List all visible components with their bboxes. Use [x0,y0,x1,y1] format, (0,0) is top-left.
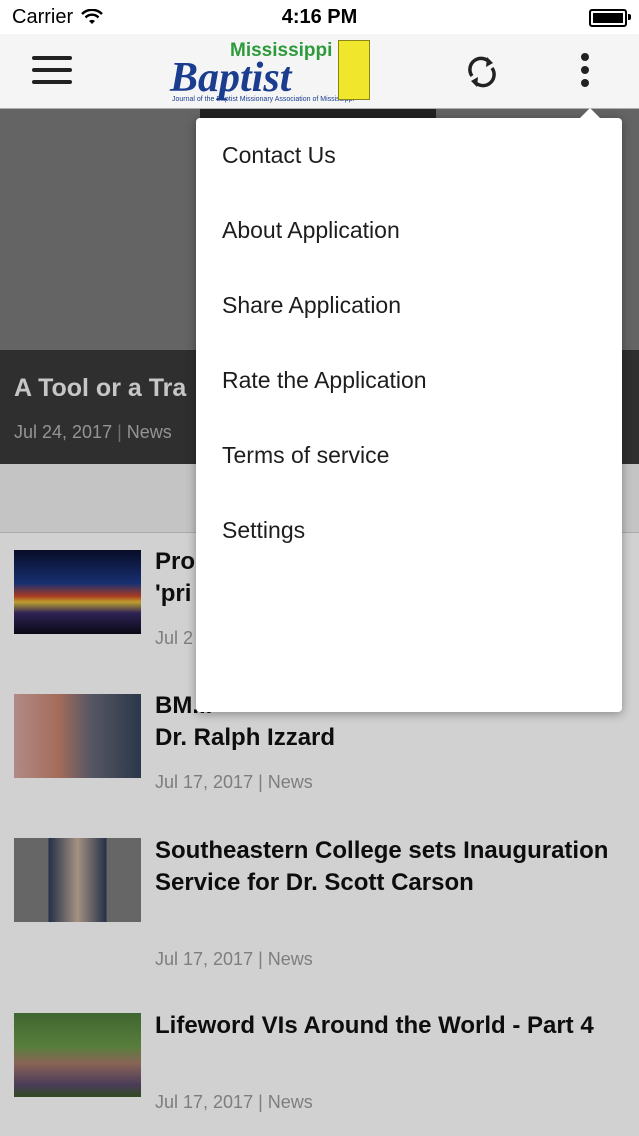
mississippi-state-icon [338,40,370,100]
status-bar: Carrier 4:16 PM [0,0,639,34]
logo-main-text: Baptist [170,55,292,101]
overflow-menu: Contact Us About Application Share Appli… [196,108,622,712]
menu-pointer [580,108,600,118]
logo-tagline: Journal of the Baptist Missionary Associ… [172,96,355,103]
more-options-icon[interactable] [578,50,592,90]
menu-item-contact-us[interactable]: Contact Us [222,142,336,169]
menu-item-share-application[interactable]: Share Application [222,292,401,319]
menu-item-terms-of-service[interactable]: Terms of service [222,442,389,469]
menu-item-rate-application[interactable]: Rate the Application [222,367,427,394]
app-bar: Mississippi Baptist Journal of the Bapti… [0,34,639,109]
menu-icon[interactable] [32,56,72,84]
status-time: 4:16 PM [281,5,358,28]
menu-item-about-application[interactable]: About Application [222,217,400,244]
app-logo: Mississippi Baptist Journal of the Bapti… [168,38,372,106]
battery-icon [589,9,631,27]
refresh-icon[interactable] [462,52,502,92]
menu-item-settings[interactable]: Settings [222,517,305,544]
